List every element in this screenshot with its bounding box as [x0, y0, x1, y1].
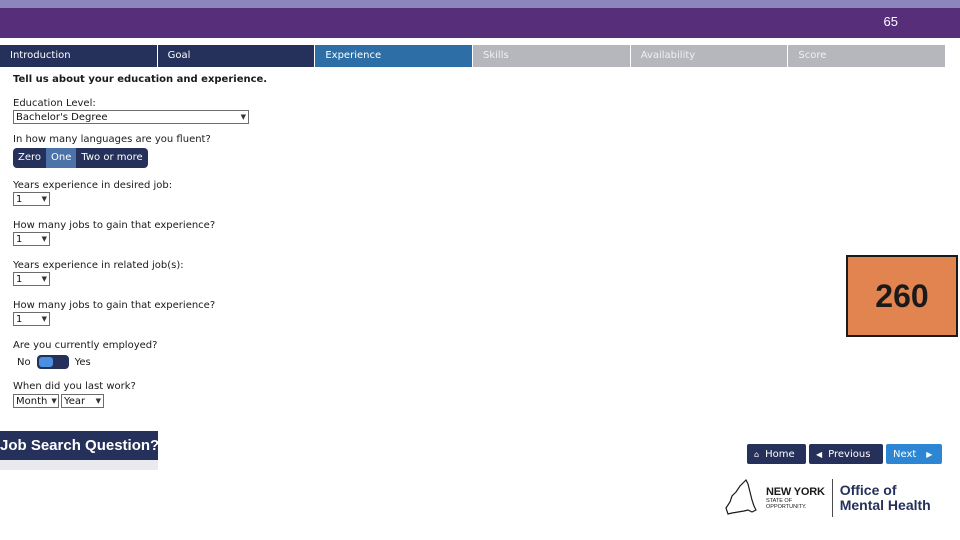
navigation-buttons: ⌂ Home ◀ Previous Next ▶	[747, 444, 942, 464]
ny-state-wordmark: NEW YORK STATE OF OPPORTUNITY.	[766, 485, 825, 510]
logo-divider	[831, 479, 833, 517]
years-related-label: Years experience in related job(s):	[13, 260, 184, 271]
years-desired-label: Years experience in desired job:	[13, 180, 173, 191]
header-band: 65	[0, 8, 960, 38]
chevron-down-icon: ▼	[41, 315, 47, 323]
form-heading: Tell us about your education and experie…	[13, 74, 268, 85]
chevron-down-icon: ▼	[240, 113, 246, 121]
languages-option-zero[interactable]: Zero	[13, 148, 46, 168]
omh-line1: Office of	[839, 482, 897, 498]
jobs-desired-value: 1	[16, 233, 23, 245]
last-work-date-row: Month ▼ Year ▼	[13, 394, 313, 408]
omh-logo: NEW YORK STATE OF OPPORTUNITY. Office of…	[724, 475, 934, 521]
years-related-value: 1	[16, 273, 23, 285]
chevron-down-icon: ▼	[41, 275, 47, 283]
employed-group: Are you currently employed? No Yes	[13, 340, 313, 369]
employed-toggle[interactable]	[36, 355, 69, 369]
tab-introduction[interactable]: Introduction	[0, 45, 158, 67]
languages-option-two-or-more[interactable]: Two or more	[76, 148, 147, 168]
languages-group: In how many languages are you fluent? Ze…	[13, 134, 313, 168]
jobs-related-value: 1	[16, 313, 23, 325]
previous-button-label: Previous	[828, 448, 871, 460]
jobs-desired-group: How many jobs to gain that experience? 1…	[13, 220, 313, 246]
years-desired-group: Years experience in desired job: 1 ▼	[13, 180, 313, 206]
last-work-month-select[interactable]: Month ▼	[13, 394, 59, 408]
last-work-year-value: Year	[64, 395, 86, 407]
years-related-select[interactable]: 1 ▼	[13, 272, 50, 286]
employed-label: Are you currently employed?	[13, 340, 158, 351]
tab-skills[interactable]: Skills	[473, 45, 631, 67]
new-york-state-icon	[725, 478, 757, 515]
languages-segmented-control: Zero One Two or more	[13, 148, 148, 168]
top-accent-stripe	[0, 0, 960, 8]
tab-availability[interactable]: Availability	[630, 45, 789, 67]
jobs-desired-select[interactable]: 1 ▼	[13, 232, 50, 246]
years-desired-select[interactable]: 1 ▼	[13, 192, 50, 206]
experience-form: Tell us about your education and experie…	[13, 74, 313, 422]
last-work-label: When did you last work?	[13, 381, 136, 392]
circle-arrow-right-icon: ▶	[926, 449, 933, 459]
last-work-month-value: Month	[16, 395, 48, 407]
score-badge-value: 260	[875, 277, 929, 314]
education-select[interactable]: Bachelor's Degree ▼	[13, 110, 249, 124]
jobs-related-select[interactable]: 1 ▼	[13, 312, 50, 326]
languages-label: In how many languages are you fluent?	[13, 134, 211, 145]
toggle-knob	[38, 357, 53, 367]
job-search-question-title: Job Search Question?	[0, 437, 158, 454]
chevron-down-icon: ▼	[95, 397, 101, 405]
languages-option-one[interactable]: One	[46, 148, 77, 168]
years-related-group: Years experience in related job(s): 1 ▼	[13, 260, 313, 286]
ny-line3: OPPORTUNITY.	[766, 503, 807, 510]
circle-arrow-left-icon: ◀	[816, 449, 823, 459]
previous-button[interactable]: ◀ Previous	[809, 444, 883, 464]
home-icon: ⌂	[754, 449, 760, 459]
home-button-label: Home	[765, 448, 795, 460]
home-button[interactable]: ⌂ Home	[747, 444, 806, 464]
ny-line1: NEW YORK	[766, 485, 825, 498]
employed-toggle-row: No Yes	[13, 355, 313, 369]
education-group: Education Level: Bachelor's Degree ▼	[13, 98, 313, 124]
job-search-question-panel	[0, 460, 158, 470]
chevron-down-icon: ▼	[41, 195, 47, 203]
jobs-desired-label: How many jobs to gain that experience?	[13, 220, 216, 231]
tab-experience[interactable]: Experience	[315, 45, 474, 67]
tab-goal[interactable]: Goal	[157, 45, 316, 67]
education-label: Education Level:	[13, 98, 96, 109]
employed-yes-label: Yes	[74, 356, 91, 368]
chevron-down-icon: ▼	[41, 235, 47, 243]
progress-tabs: Introduction Goal Experience Skills Avai…	[0, 45, 947, 67]
tab-score[interactable]: Score	[788, 45, 947, 67]
jobs-related-group: How many jobs to gain that experience? 1…	[13, 300, 313, 326]
slide-number: 65	[883, 14, 898, 29]
last-work-group: When did you last work? Month ▼ Year ▼	[13, 381, 313, 408]
score-badge: 260	[846, 255, 958, 337]
job-search-question-banner: Job Search Question?	[0, 431, 158, 460]
next-button-label: Next	[893, 448, 917, 460]
chevron-down-icon: ▼	[51, 397, 57, 405]
last-work-year-select[interactable]: Year ▼	[61, 394, 104, 408]
omh-line2: Mental Health	[839, 497, 931, 513]
employed-no-label: No	[17, 356, 31, 368]
omh-wordmark: Office of Mental Health	[840, 483, 931, 513]
jobs-related-label: How many jobs to gain that experience?	[13, 300, 216, 311]
years-desired-value: 1	[16, 193, 23, 205]
education-value: Bachelor's Degree	[16, 111, 108, 123]
next-button[interactable]: Next ▶	[886, 444, 942, 464]
